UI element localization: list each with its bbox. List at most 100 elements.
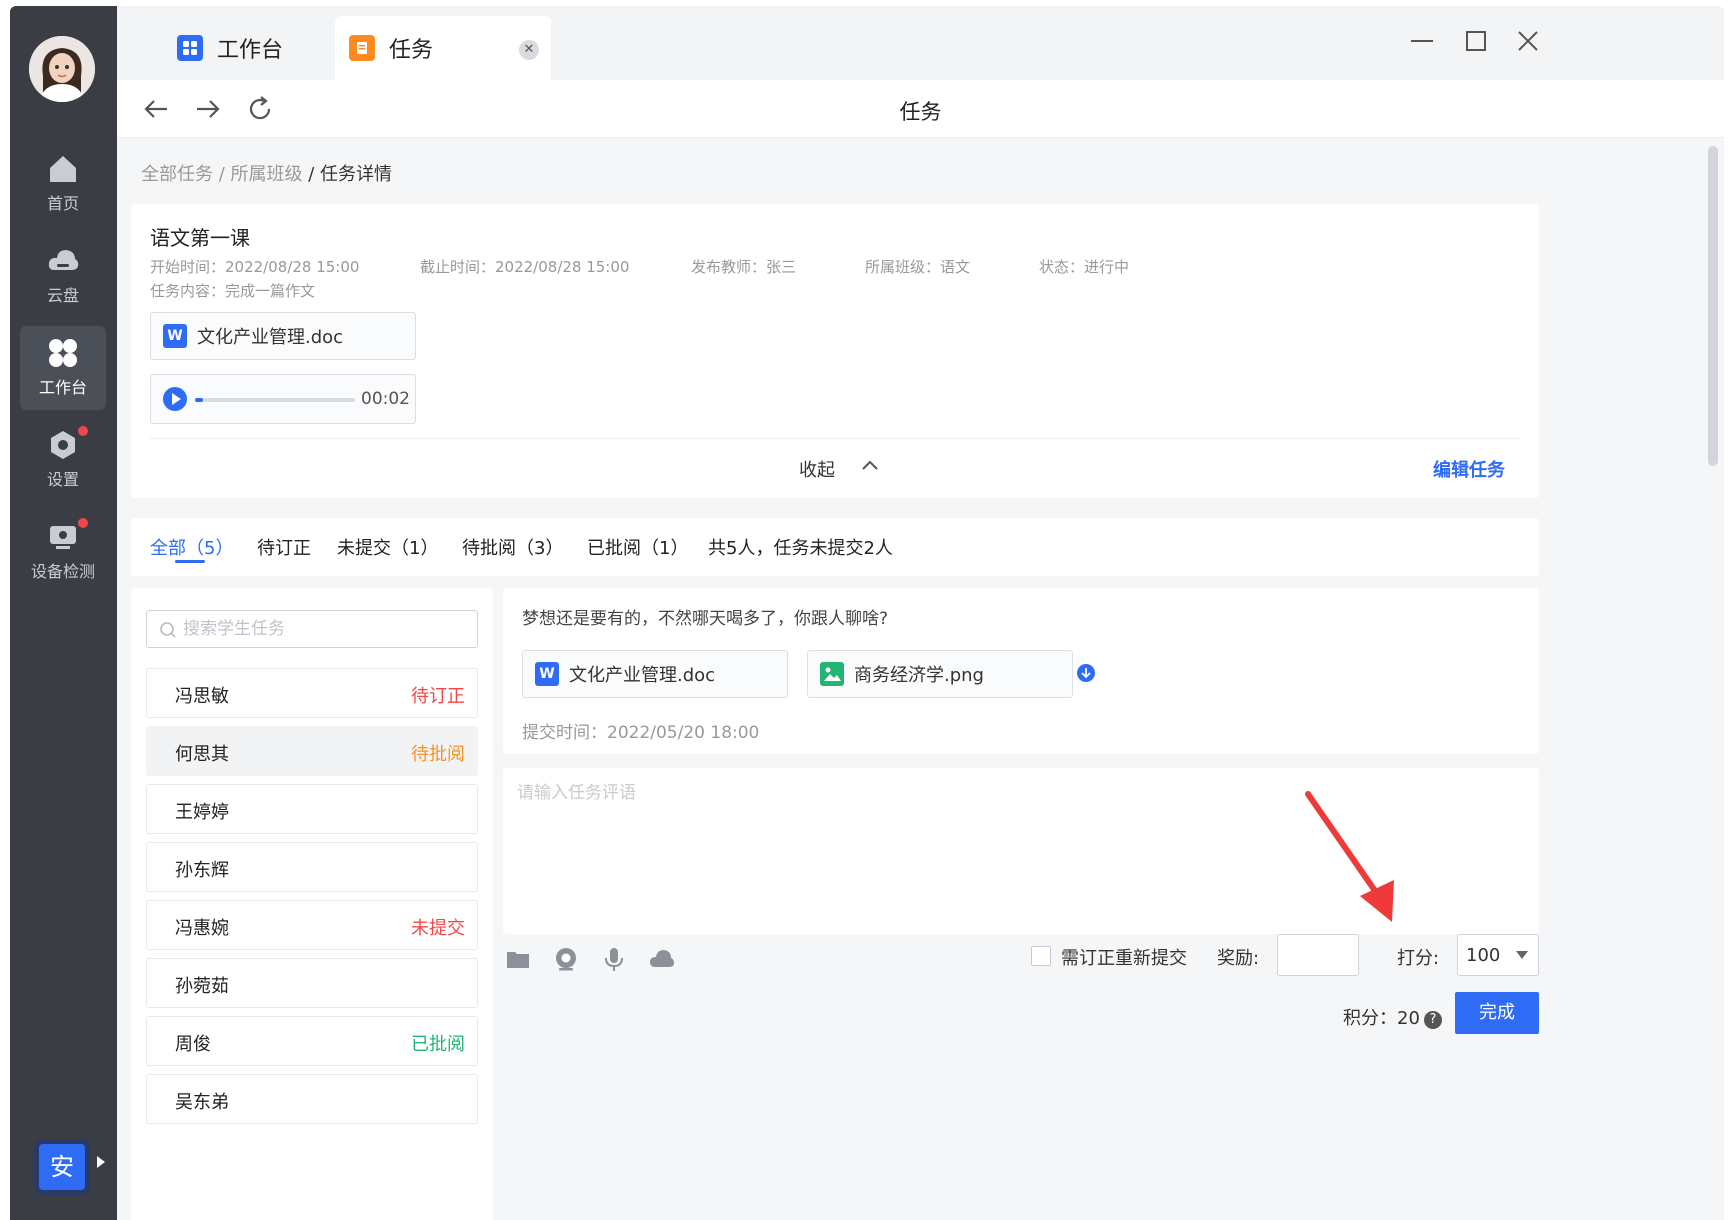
student-row[interactable]: 吴东弟 (146, 1074, 478, 1124)
student-row[interactable]: 冯思敏 待订正 (146, 668, 478, 718)
breadcrumb: 全部任务 / 所属班级 / 任务详情 (141, 160, 392, 186)
student-name: 冯思敏 (175, 686, 229, 707)
score-label: 打分: (1397, 948, 1440, 969)
student-row[interactable]: 何思其 待批阅 (146, 726, 478, 776)
language-badge[interactable]: 安 (37, 1142, 87, 1192)
student-search[interactable] (146, 610, 478, 648)
close-window-icon[interactable] (1513, 26, 1543, 56)
folder-icon[interactable] (505, 946, 531, 972)
maximize-icon[interactable] (1461, 26, 1491, 56)
audio-duration: 00:02 (361, 389, 410, 409)
student-status: 待订正 (411, 686, 465, 707)
download-icon[interactable] (1077, 664, 1095, 682)
complete-button[interactable]: 完成 (1455, 992, 1539, 1034)
student-name: 孙东辉 (175, 860, 229, 881)
camera-icon[interactable] (553, 946, 579, 972)
breadcrumb-all-tasks[interactable]: 全部任务 (141, 164, 213, 185)
microphone-icon[interactable] (601, 946, 627, 972)
breadcrumb-class[interactable]: 所属班级 (231, 164, 303, 185)
app-window: 首页 云盘 工作台 设置 设备检测 安 工作台 任务 ✕ 任务 全部任务 / 所… (10, 6, 1724, 1220)
nav-settings-label: 设置 (46, 470, 79, 489)
student-name: 吴东弟 (175, 1092, 229, 1113)
student-status: 未提交 (411, 918, 465, 939)
annotation-arrow-icon (1305, 791, 1394, 922)
tab-task-label: 任务 (389, 38, 434, 63)
page-title: 任务 (899, 100, 942, 124)
nav-settings[interactable]: 设置 (20, 418, 106, 502)
nav-home[interactable]: 首页 (20, 142, 106, 226)
task-app-icon (349, 35, 375, 61)
filter-tab-not-submitted[interactable]: 未提交（1） (337, 534, 438, 560)
cloud-upload-icon[interactable] (649, 946, 675, 972)
minimize-icon[interactable] (1407, 26, 1437, 56)
nav-device-check[interactable]: 设备检测 (20, 510, 106, 594)
student-status: 待批阅 (411, 744, 465, 765)
content-area: 全部任务 / 所属班级 / 任务详情 语文第一课 开始时间：2022/08/28… (117, 138, 1724, 1220)
student-row[interactable]: 孙东辉 (146, 842, 478, 892)
tab-bar: 工作台 任务 ✕ (117, 6, 1724, 80)
reward-input[interactable] (1277, 934, 1359, 976)
tab-workbench-label: 工作台 (217, 38, 284, 63)
tab-task[interactable]: 任务 ✕ (335, 16, 551, 80)
workbench-app-icon (177, 35, 203, 61)
student-row[interactable]: 王婷婷 (146, 784, 478, 834)
score-value: 100 (1466, 945, 1501, 966)
chevron-up-icon[interactable] (859, 454, 881, 476)
word-doc-icon: W (535, 662, 559, 686)
student-row[interactable]: 周俊 已批阅 (146, 1016, 478, 1066)
submission-time: 提交时间：2022/05/20 18:00 (522, 723, 760, 743)
reward-label: 奖励: (1217, 948, 1260, 969)
active-tab-indicator (175, 560, 205, 563)
play-icon[interactable] (163, 387, 187, 411)
nav-cloud[interactable]: 云盘 (20, 234, 106, 318)
image-file-icon (820, 662, 844, 686)
submission-file-name: 文化产业管理.doc (569, 665, 716, 686)
filter-tab-pending-review[interactable]: 待批阅（3） (462, 534, 563, 560)
filter-tab-all[interactable]: 全部（5） (150, 534, 233, 560)
workbench-icon (49, 339, 77, 367)
scrollbar[interactable] (1708, 146, 1718, 466)
filter-summary: 共5人，任务未提交2人 (708, 538, 893, 559)
student-name: 冯惠婉 (175, 918, 229, 939)
nav-home-label: 首页 (46, 194, 79, 213)
nav-device-check-label: 设备检测 (30, 562, 95, 581)
task-start-time: 开始时间：2022/08/28 15:00 (150, 258, 360, 276)
notification-dot (78, 426, 88, 436)
status-filter-bar: 全部（5） 待订正 未提交（1） 待批阅（3） 已批阅（1） 共5人，任务未提交… (131, 518, 1539, 576)
submission-text: 梦想还是要有的，不然哪天喝多了，你跟人聊啥? (522, 609, 889, 629)
edit-task-button[interactable]: 编辑任务 (1433, 456, 1505, 482)
expand-arrow-icon[interactable] (97, 1156, 105, 1168)
student-row[interactable]: 孙菀茹 (146, 958, 478, 1008)
help-icon[interactable]: ? (1423, 1011, 1442, 1029)
resubmit-checkbox[interactable] (1031, 946, 1051, 966)
search-input[interactable] (183, 617, 463, 641)
student-row[interactable]: 冯惠婉 未提交 (146, 900, 478, 950)
nav-cloud-label: 云盘 (46, 286, 79, 305)
submission-file[interactable]: 商务经济学.png (807, 650, 1073, 698)
task-attachment[interactable]: W 文化产业管理.doc (150, 312, 416, 360)
collapse-button[interactable]: 收起 (799, 456, 835, 482)
task-status: 状态：进行中 (1039, 258, 1130, 276)
student-status: 已批阅 (411, 1034, 465, 1055)
tab-close-icon[interactable]: ✕ (519, 40, 539, 60)
user-avatar[interactable] (29, 36, 95, 102)
audio-player: 00:02 (150, 374, 416, 424)
audio-progress-fill (195, 398, 203, 402)
task-end-time: 截止时间：2022/08/28 15:00 (420, 258, 630, 276)
score-select[interactable]: 100 (1457, 934, 1539, 976)
tab-workbench[interactable]: 工作台 (177, 16, 283, 80)
notification-dot (78, 518, 88, 528)
submission-file[interactable]: W 文化产业管理.doc (522, 650, 788, 698)
navigation-toolbar: 任务 (117, 80, 1724, 138)
left-sidebar: 首页 云盘 工作台 设置 设备检测 安 (10, 6, 117, 1220)
student-list-panel: 冯思敏 待订正何思其 待批阅王婷婷孙东辉冯惠婉 未提交孙菀茹周俊 已批阅吴东弟 (131, 588, 493, 1220)
submission-file-name: 商务经济学.png (854, 665, 984, 686)
student-name: 何思其 (175, 744, 229, 765)
task-title: 语文第一课 (150, 226, 250, 250)
breadcrumb-separator: / (213, 164, 231, 185)
audio-progress-track[interactable] (195, 398, 355, 402)
student-name: 王婷婷 (175, 802, 229, 823)
filter-tab-pending-fix[interactable]: 待订正 (257, 534, 311, 560)
filter-tab-reviewed[interactable]: 已批阅（1） (587, 534, 688, 560)
nav-workbench[interactable]: 工作台 (20, 326, 106, 410)
